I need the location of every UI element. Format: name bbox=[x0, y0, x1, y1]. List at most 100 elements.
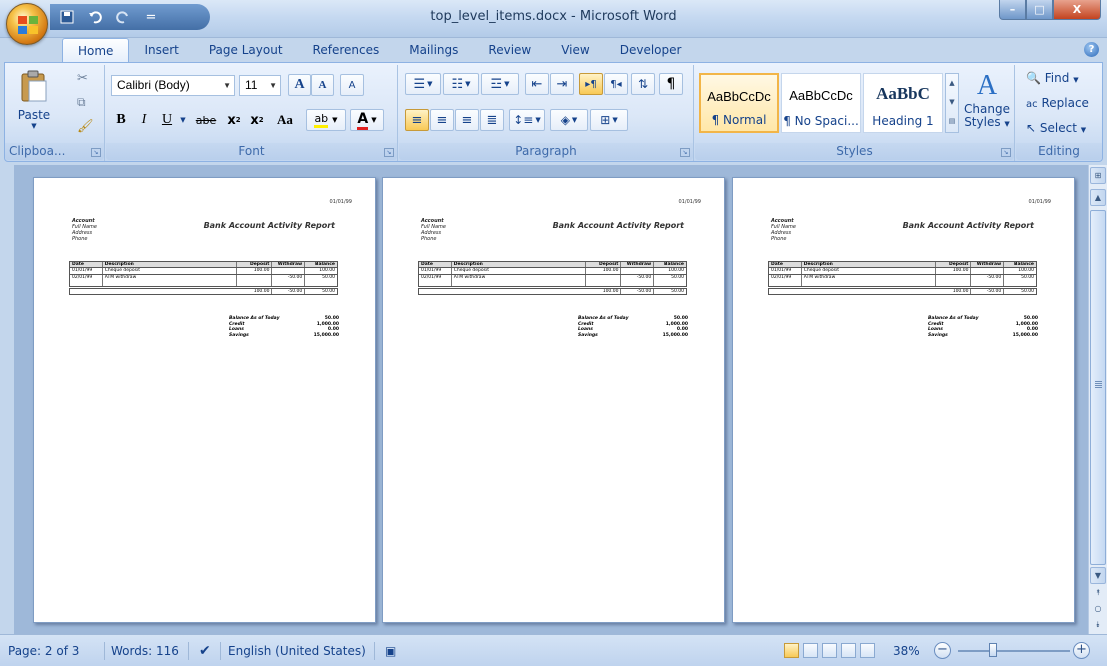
numbering-button[interactable]: ☷ ▼ bbox=[443, 73, 479, 95]
chevron-down-icon[interactable]: ▼ bbox=[178, 109, 188, 131]
sort-button[interactable]: ⇅ bbox=[631, 73, 655, 95]
zoom-in-button[interactable]: + bbox=[1073, 642, 1090, 659]
tab-home[interactable]: Home bbox=[62, 38, 130, 63]
rtl-button[interactable]: ¶◂ bbox=[604, 73, 628, 95]
page-indicator[interactable]: Page: 2 of 3 bbox=[3, 641, 84, 661]
more-icon[interactable]: ▤ bbox=[946, 112, 958, 131]
clipboard-launcher-icon[interactable]: ↘ bbox=[91, 148, 101, 157]
style-heading-1[interactable]: AaBbC Heading 1 bbox=[863, 73, 943, 133]
full-screen-reading-view-icon[interactable] bbox=[803, 643, 818, 658]
zoom-slider-track[interactable] bbox=[958, 650, 1070, 652]
superscript-button[interactable]: x2 bbox=[246, 109, 268, 131]
previous-page-icon[interactable]: ⯭ bbox=[1090, 585, 1106, 602]
format-painter-icon[interactable]: 🖌 bbox=[77, 119, 94, 134]
superscript-label: x bbox=[250, 112, 259, 128]
bullets-button[interactable]: ☰ ▼ bbox=[405, 73, 441, 95]
tab-developer[interactable]: Developer bbox=[605, 38, 697, 62]
show-formatting-button[interactable]: ¶ bbox=[659, 73, 683, 95]
zoom-slider-thumb[interactable] bbox=[989, 643, 997, 657]
office-button[interactable] bbox=[6, 3, 48, 45]
tab-view[interactable]: View bbox=[546, 38, 604, 62]
style-no-spacing[interactable]: AaBbCcDc ¶ No Spaci... bbox=[781, 73, 861, 133]
style-normal[interactable]: AaBbCcDc ¶ Normal bbox=[699, 73, 779, 133]
tab-references[interactable]: References bbox=[298, 38, 395, 62]
chevron-down-icon[interactable]: ▼ bbox=[946, 93, 958, 112]
line-spacing-button[interactable]: ↕≡ ▼ bbox=[509, 109, 545, 131]
select-button[interactable]: ↖ Select ▼ bbox=[1026, 121, 1086, 135]
strikethrough-button[interactable]: abe bbox=[192, 109, 220, 131]
select-label: Select bbox=[1039, 121, 1077, 135]
paste-button[interactable]: Paste ▼ bbox=[15, 69, 53, 139]
font-name-combo[interactable]: Calibri (Body) ▼ bbox=[111, 75, 235, 96]
next-page-icon[interactable]: ⯯ bbox=[1090, 617, 1106, 634]
ruler-toggle-icon[interactable]: ⊞ bbox=[1090, 167, 1106, 184]
styles-launcher-icon[interactable]: ↘ bbox=[1001, 148, 1011, 157]
chevron-down-icon[interactable]: ▼ bbox=[223, 76, 231, 95]
align-left-button[interactable]: ≡ bbox=[405, 109, 429, 131]
scroll-down-button[interactable]: ▼ bbox=[1090, 567, 1106, 584]
grow-font-button[interactable]: A bbox=[288, 74, 311, 96]
word-count[interactable]: Words: 116 bbox=[106, 641, 184, 661]
document-page[interactable]: 01/01/99 Account Full Name Address Phone Bank… bbox=[732, 177, 1075, 623]
highlight-button[interactable]: ab ▼ bbox=[306, 109, 346, 131]
help-icon[interactable]: ? bbox=[1084, 42, 1099, 57]
tab-mailings[interactable]: Mailings bbox=[394, 38, 473, 62]
zoom-level[interactable]: 38% bbox=[888, 641, 925, 661]
font-size-combo[interactable]: 11 ▼ bbox=[239, 75, 281, 96]
cut-icon[interactable]: ✂ bbox=[77, 71, 88, 86]
browse-object-icon[interactable]: ○ bbox=[1090, 601, 1106, 618]
subscript-button[interactable]: x2 bbox=[223, 109, 245, 131]
shrink-font-button[interactable]: A bbox=[311, 74, 334, 96]
tab-review[interactable]: Review bbox=[473, 38, 546, 62]
macro-record-icon[interactable]: ▣ bbox=[380, 641, 401, 661]
document-page[interactable]: 01/01/99 Account Full Name Address Phone Bank… bbox=[33, 177, 376, 623]
replace-button[interactable]: ac Replace bbox=[1026, 96, 1089, 110]
increase-indent-button[interactable]: ⇥ bbox=[550, 73, 574, 95]
shading-button[interactable]: ◈ ▼ bbox=[550, 109, 588, 131]
clear-formatting-button[interactable]: A bbox=[340, 74, 364, 96]
web-layout-view-icon[interactable] bbox=[822, 643, 837, 658]
chevron-up-icon[interactable]: ▲ bbox=[946, 74, 958, 93]
find-button[interactable]: 🔍 Find ▼ bbox=[1026, 71, 1079, 85]
borders-button[interactable]: ⊞ ▼ bbox=[590, 109, 628, 131]
table-total-row: 100.00 -50.00 50.00 bbox=[418, 288, 687, 295]
table-header-cell: Description bbox=[103, 262, 237, 267]
table-cell: 50.00 bbox=[1021, 275, 1034, 280]
bold-button[interactable]: B bbox=[111, 109, 131, 131]
styles-scroller[interactable]: ▲ ▼ ▤ bbox=[945, 73, 959, 133]
ltr-button[interactable]: ▸¶ bbox=[579, 73, 603, 95]
font-launcher-icon[interactable]: ↘ bbox=[384, 148, 394, 157]
close-button[interactable]: X bbox=[1053, 0, 1101, 20]
change-case-button[interactable]: Aa bbox=[271, 109, 299, 131]
underline-button[interactable]: U bbox=[157, 109, 177, 131]
font-size-value: 11 bbox=[245, 78, 258, 92]
align-right-button[interactable]: ≡ bbox=[455, 109, 479, 131]
tab-insert[interactable]: Insert bbox=[129, 38, 193, 62]
copy-icon[interactable]: ⧉ bbox=[77, 95, 86, 110]
font-color-button[interactable]: A ▼ bbox=[350, 109, 384, 131]
outline-view-icon[interactable] bbox=[841, 643, 856, 658]
vertical-scrollbar[interactable]: ⊞ ▲ ▼ ⯭ ○ ⯯ bbox=[1088, 165, 1107, 634]
decrease-indent-button[interactable]: ⇤ bbox=[525, 73, 549, 95]
multilevel-list-button[interactable]: ☲ ▼ bbox=[481, 73, 519, 95]
maximize-button[interactable]: □ bbox=[1026, 0, 1053, 20]
scroll-up-button[interactable]: ▲ bbox=[1090, 189, 1106, 206]
italic-button[interactable]: I bbox=[134, 109, 154, 131]
minimize-button[interactable]: – bbox=[999, 0, 1026, 20]
paragraph-launcher-icon[interactable]: ↘ bbox=[680, 148, 690, 157]
chevron-down-icon[interactable]: ▼ bbox=[269, 76, 277, 95]
scrollbar-thumb[interactable] bbox=[1090, 210, 1106, 565]
print-layout-view-icon[interactable] bbox=[784, 643, 799, 658]
editing-group: 🔍 Find ▼ ac Replace ↖ Select ▼ Editing bbox=[1016, 65, 1102, 161]
table-cell: -50.00 bbox=[272, 275, 306, 286]
draft-view-icon[interactable] bbox=[860, 643, 875, 658]
document-area[interactable]: 01/01/99 Account Full Name Address Phone Bank… bbox=[0, 165, 1088, 634]
align-center-button[interactable]: ≡ bbox=[430, 109, 454, 131]
justify-button[interactable]: ≣ bbox=[480, 109, 504, 131]
tab-page-layout[interactable]: Page Layout bbox=[194, 38, 298, 62]
document-page[interactable]: 01/01/99 Account Full Name Address Phone Bank… bbox=[382, 177, 725, 623]
language-indicator[interactable]: English (United States) bbox=[223, 641, 371, 661]
zoom-out-button[interactable]: − bbox=[934, 642, 951, 659]
proofing-icon[interactable]: ✔ bbox=[194, 641, 216, 661]
change-styles-button[interactable]: A Change Styles ▼ bbox=[963, 69, 1011, 141]
